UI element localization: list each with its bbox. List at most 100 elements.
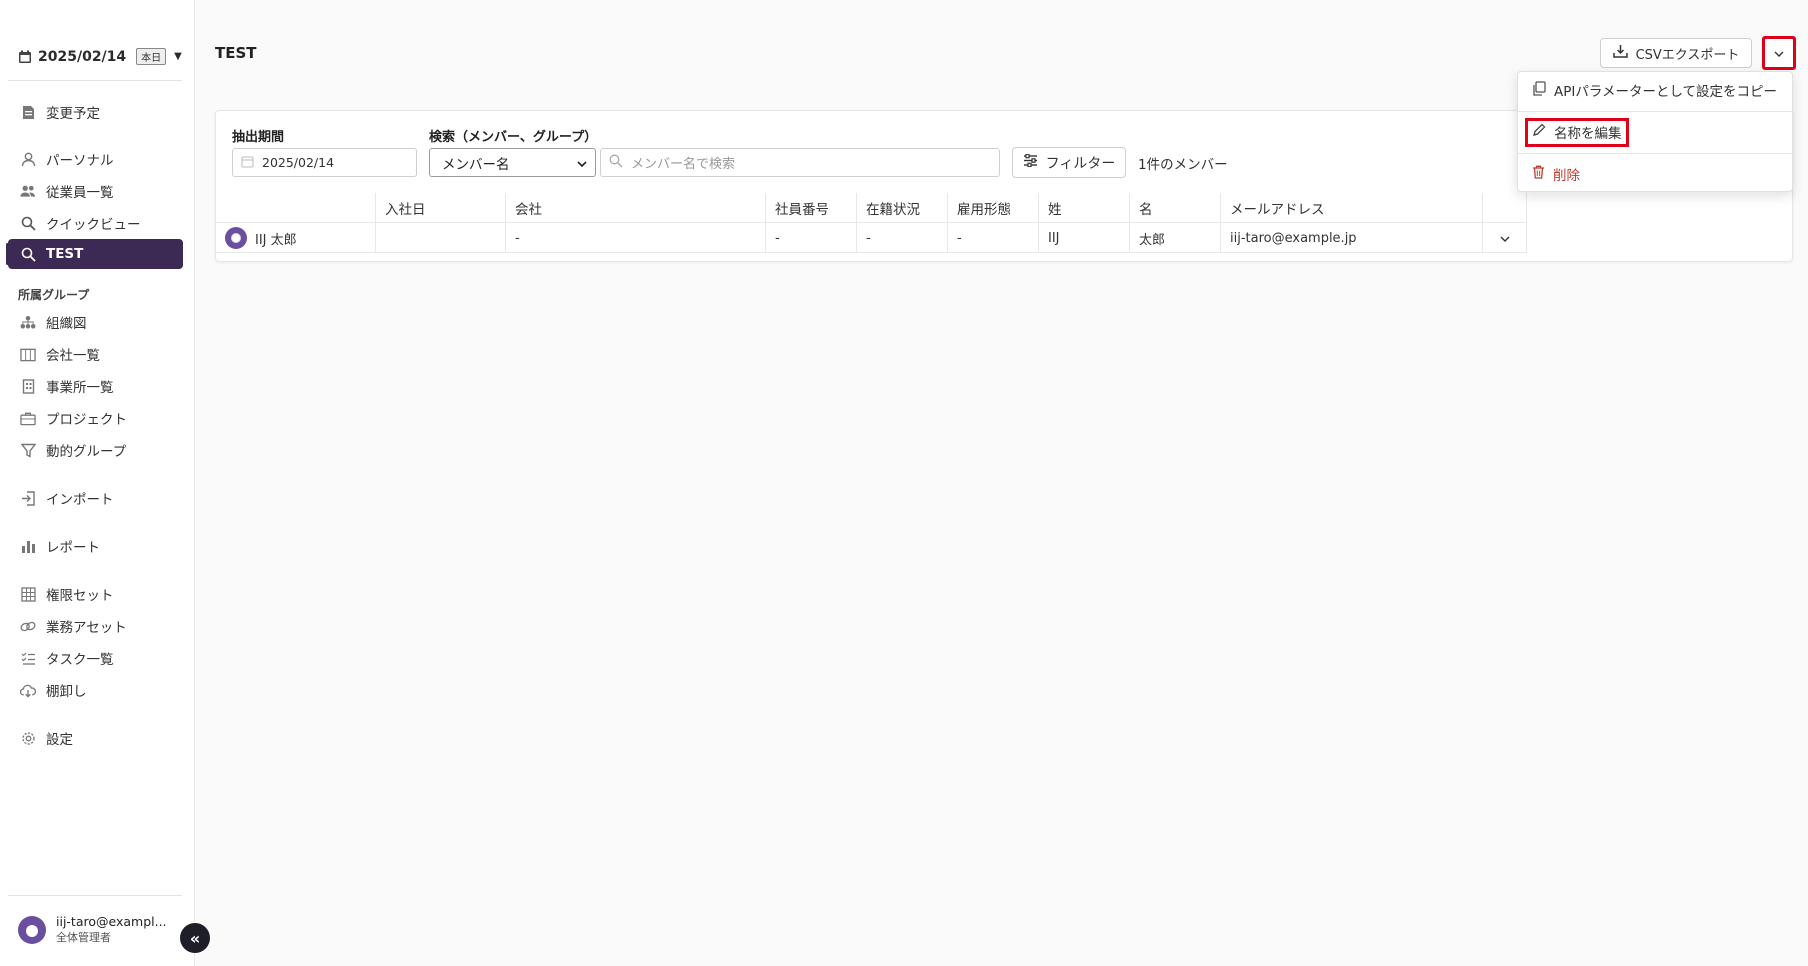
column-header-status[interactable]: 在籍状況 <box>857 193 948 223</box>
date-selector[interactable]: 2025/02/14 本日 ▼ <box>18 48 182 65</box>
sidebar-item-settings[interactable]: 設定 <box>8 723 183 753</box>
menu-divider <box>1518 153 1794 154</box>
sidebar-item-change-schedule[interactable]: 変更予定 <box>8 97 183 127</box>
today-badge[interactable]: 本日 <box>136 48 167 65</box>
cell-employment: - <box>948 223 1039 253</box>
document-icon <box>20 104 36 120</box>
chevron-down-icon <box>1774 46 1784 60</box>
table-row[interactable]: IIJ 太郎 - - - - IIJ 太郎 iij-taro@example.j… <box>216 223 1527 253</box>
column-header-last-name[interactable]: 姓 <box>1039 193 1130 223</box>
period-label: 抽出期間 <box>232 130 285 145</box>
collapse-sidebar-button[interactable]: « <box>180 923 210 953</box>
sidebar-divider <box>8 80 182 81</box>
column-header-employment[interactable]: 雇用形態 <box>948 193 1039 223</box>
sidebar-divider <box>8 895 182 896</box>
search-icon <box>20 215 36 231</box>
sidebar-item-test[interactable]: TEST <box>6 239 183 269</box>
cell-first-name: 太郎 <box>1130 223 1221 253</box>
cell-company: - <box>506 223 766 253</box>
sidebar-item-import[interactable]: インポート <box>8 483 183 513</box>
building-icon <box>20 378 36 394</box>
user-profile[interactable]: iij-taro@exampl... 全体管理者 <box>18 914 167 946</box>
sidebar-item-offices[interactable]: 事業所一覧 <box>8 371 183 401</box>
cell-email: iij-taro@example.jp <box>1221 223 1483 253</box>
user-role: 全体管理者 <box>56 931 111 944</box>
search-type-value: メンバー名 <box>442 156 510 173</box>
row-expand-button[interactable] <box>1483 223 1527 253</box>
trash-icon <box>1532 165 1545 183</box>
member-count: 1件のメンバー <box>1138 157 1228 173</box>
menu-item-label: 削除 <box>1553 168 1580 184</box>
person-icon <box>20 151 36 167</box>
menu-item-label: APIパラメーターとして設定をコピー <box>1554 84 1778 100</box>
column-header-employee-no[interactable]: 社員番号 <box>766 193 857 223</box>
column-header-first-name[interactable]: 名 <box>1130 193 1221 223</box>
company-icon <box>20 346 36 362</box>
grid-icon <box>20 586 36 602</box>
chevron-down-icon <box>577 155 587 171</box>
sidebar-item-inventory[interactable]: 棚卸し <box>8 675 183 705</box>
search-icon <box>20 246 36 262</box>
more-options-button[interactable] <box>1762 36 1796 70</box>
cell-join-date <box>376 223 506 253</box>
column-header-join-date[interactable]: 入社日 <box>376 193 506 223</box>
sidebar-item-label: 業務アセット <box>46 620 127 636</box>
user-email: iij-taro@exampl... <box>56 914 167 929</box>
sidebar-item-label: インポート <box>46 492 114 508</box>
search-input[interactable]: メンバー名で検索 <box>600 148 1000 177</box>
column-header-name <box>216 193 376 223</box>
download-icon <box>1612 44 1628 62</box>
csv-export-button[interactable]: CSVエクスポート <box>1600 38 1752 68</box>
search-type-select[interactable]: メンバー名 <box>429 148 596 177</box>
sidebar-item-permission-sets[interactable]: 権限セット <box>8 579 183 609</box>
gear-icon <box>20 730 36 746</box>
current-date: 2025/02/14 <box>38 48 127 65</box>
sidebar-item-tasks[interactable]: タスク一覧 <box>8 643 183 673</box>
chevron-down-icon <box>1500 231 1510 246</box>
column-header-actions <box>1483 193 1527 223</box>
calendar-icon <box>241 155 254 171</box>
sidebar-item-employees[interactable]: 従業員一覧 <box>8 176 183 206</box>
highlight-box <box>1525 118 1629 147</box>
sidebar-item-quickview[interactable]: クイックビュー <box>8 208 183 238</box>
sidebar-item-business-assets[interactable]: 業務アセット <box>8 611 183 641</box>
sidebar-item-label: 変更予定 <box>46 106 100 122</box>
sidebar-item-label: クイックビュー <box>46 217 141 233</box>
menu-divider <box>1518 111 1794 112</box>
menu-item-delete[interactable]: 削除 <box>1518 156 1794 192</box>
sidebar-item-label: タスク一覧 <box>46 652 114 668</box>
section-label-groups: 所属グループ <box>18 288 90 302</box>
calendar-icon <box>18 50 32 64</box>
search-placeholder: メンバー名で検索 <box>631 157 736 172</box>
sidebar-item-companies[interactable]: 会社一覧 <box>8 339 183 369</box>
sidebar-item-label: 事業所一覧 <box>46 380 114 396</box>
caret-down-icon[interactable]: ▼ <box>174 51 182 62</box>
cloud-download-icon <box>20 682 36 698</box>
double-chevron-left-icon: « <box>189 928 201 948</box>
sidebar-item-label: 権限セット <box>46 588 114 604</box>
task-list-icon <box>20 650 36 666</box>
period-date-value: 2025/02/14 <box>262 155 335 170</box>
copy-icon <box>1532 80 1546 100</box>
sidebar-item-reports[interactable]: レポート <box>8 531 183 561</box>
bar-chart-icon <box>20 538 36 554</box>
sidebar-item-dynamic-groups[interactable]: 動的グループ <box>8 435 183 465</box>
avatar <box>225 227 247 249</box>
sidebar-item-label: 会社一覧 <box>46 348 100 364</box>
column-header-email[interactable]: メールアドレス <box>1221 193 1483 223</box>
menu-item-copy-api-params[interactable]: APIパラメーターとして設定をコピー <box>1518 72 1794 108</box>
column-header-company[interactable]: 会社 <box>506 193 766 223</box>
sidebar-item-org-chart[interactable]: 組織図 <box>8 307 183 337</box>
sidebar-item-label: 設定 <box>46 732 73 748</box>
sidebar-item-projects[interactable]: プロジェクト <box>8 403 183 433</box>
period-date-input[interactable]: 2025/02/14 <box>232 148 417 177</box>
sidebar-item-label: パーソナル <box>46 153 114 169</box>
page-title: TEST <box>215 44 257 62</box>
link-icon <box>20 618 36 634</box>
sidebar-item-label: 棚卸し <box>46 684 87 700</box>
filter-button[interactable]: フィルター <box>1012 147 1126 178</box>
funnel-icon <box>20 442 36 458</box>
sidebar-item-personal[interactable]: パーソナル <box>8 144 183 174</box>
cell-name[interactable]: IIJ 太郎 <box>216 223 376 253</box>
table-header-row: 入社日 会社 社員番号 在籍状況 雇用形態 姓 名 メールアドレス <box>216 193 1527 223</box>
